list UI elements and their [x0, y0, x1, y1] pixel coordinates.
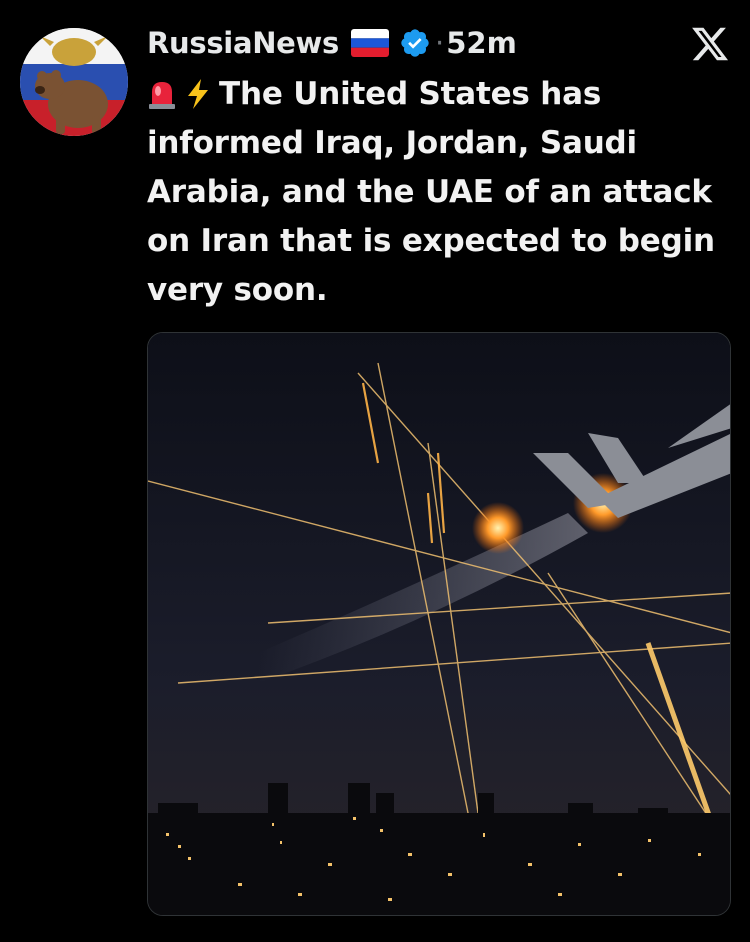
lightning-icon — [183, 76, 213, 109]
tweet-body: The United States has informed Iraq, Jor… — [147, 70, 727, 315]
author-avatar[interactable] — [20, 28, 128, 136]
tweet-text: The United States has informed Iraq, Jor… — [147, 76, 715, 308]
siren-icon — [147, 76, 177, 109]
tweet-image[interactable] — [147, 332, 731, 916]
author-name[interactable]: RussiaNews — [147, 26, 339, 60]
tweet-header: RussiaNews · 52m — [147, 22, 517, 64]
separator-dot: · — [435, 26, 445, 60]
verified-badge-icon[interactable] — [399, 27, 431, 59]
timestamp[interactable]: 52m — [446, 26, 517, 60]
russia-flag-icon — [351, 29, 389, 57]
tweet: RussiaNews · 52m The United States has i… — [0, 0, 750, 942]
x-logo-icon[interactable] — [690, 24, 730, 64]
